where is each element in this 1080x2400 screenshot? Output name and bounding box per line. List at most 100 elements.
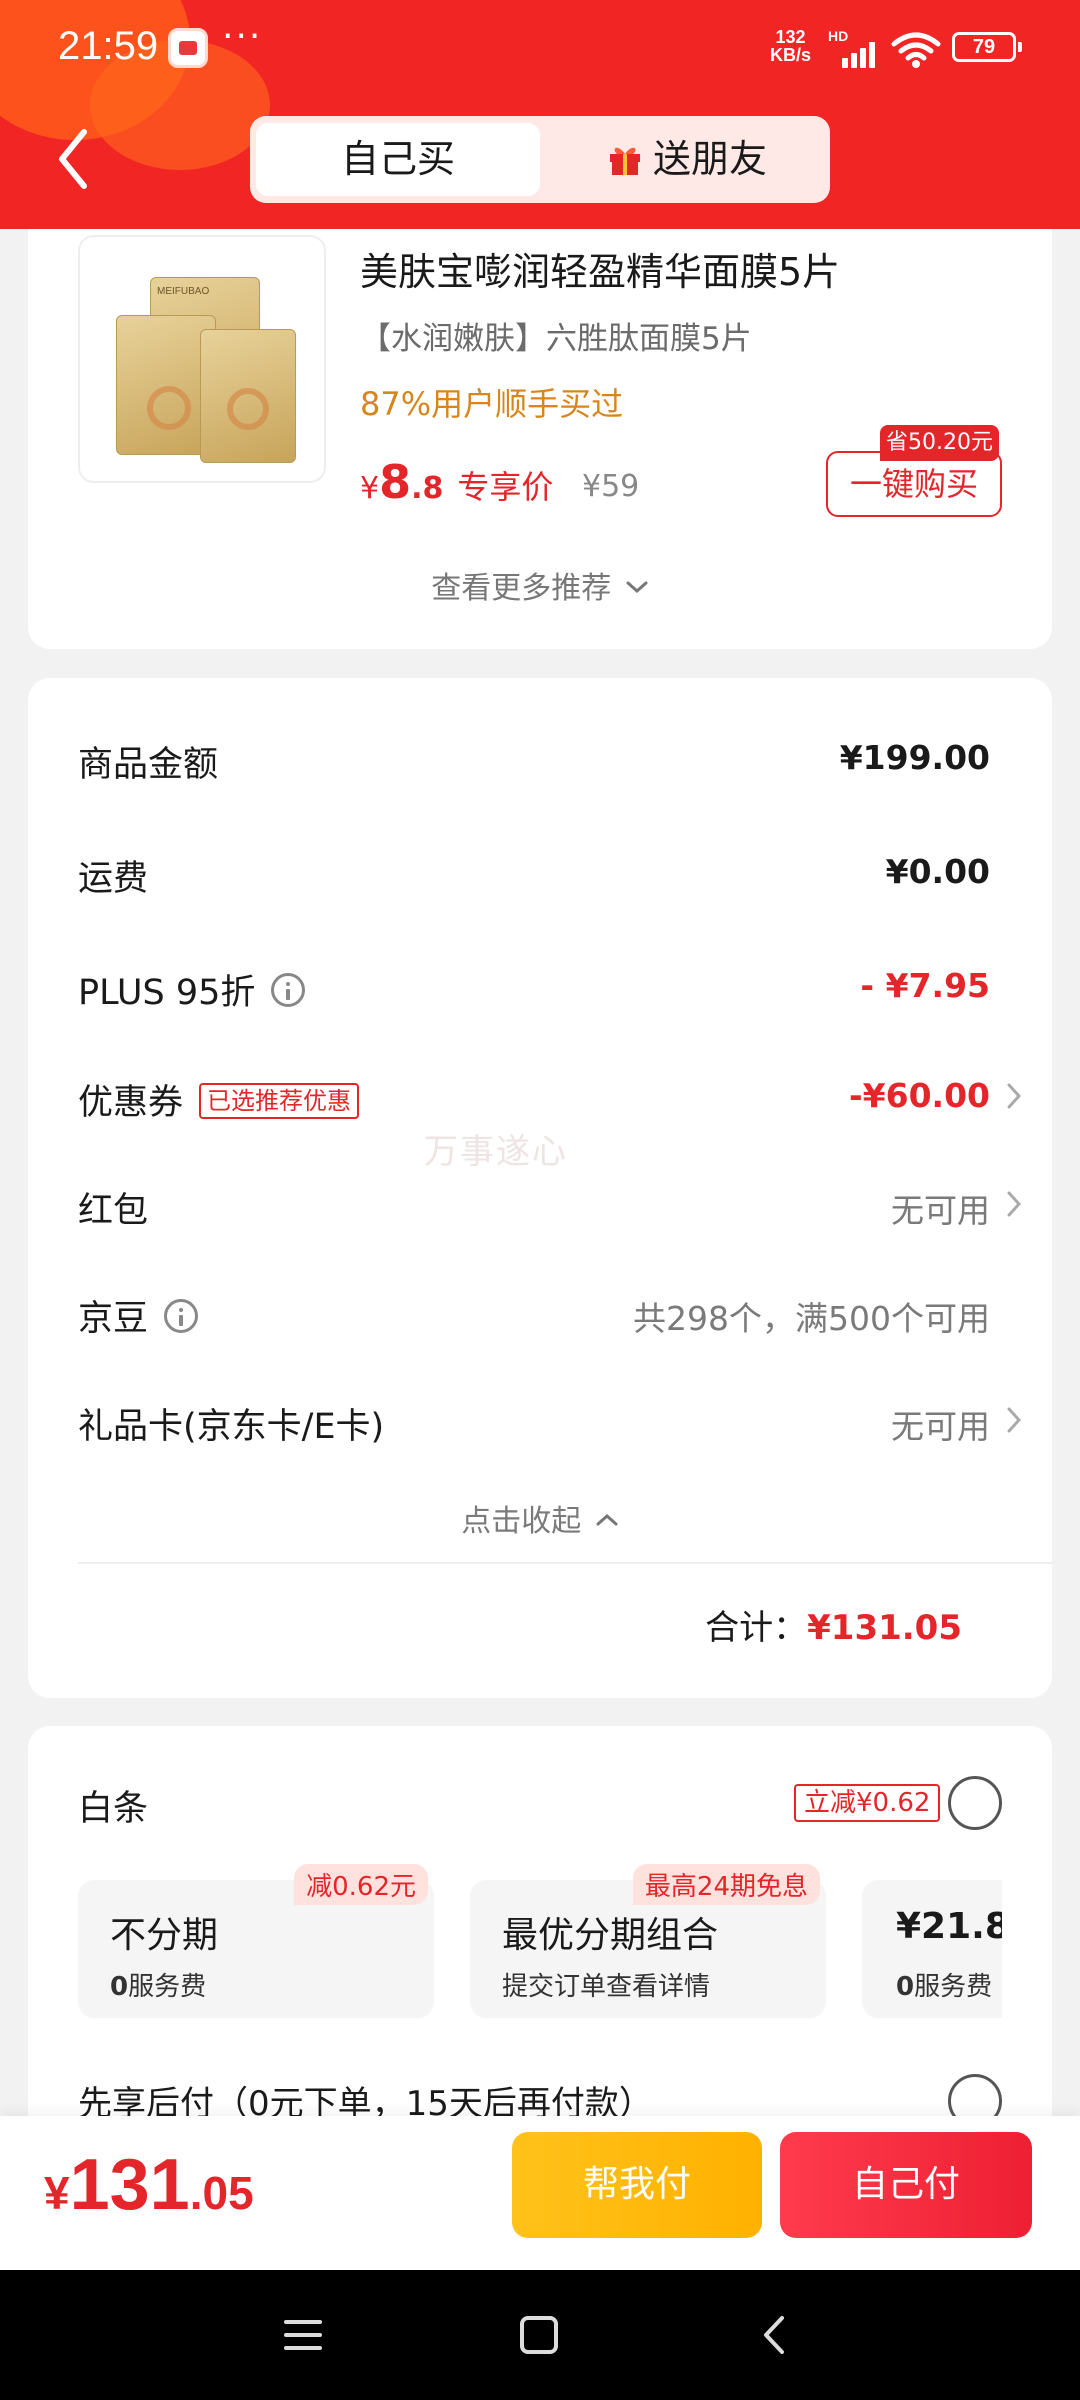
summary-row-coupon[interactable]: 优惠券 已选推荐优惠 -¥60.00 <box>78 1066 1030 1126</box>
system-navigation-bar <box>0 2270 1080 2400</box>
mask-pack-image <box>200 329 296 463</box>
divider <box>78 1562 1052 1564</box>
home-icon[interactable] <box>516 2312 562 2358</box>
product-price: ¥8.8 专享价 <box>360 455 553 509</box>
product-subtitle: 【水润嫩肤】六胜肽面膜5片 <box>360 321 752 357</box>
network-speed: 132 KB/s <box>770 28 811 64</box>
summary-row-red-packet[interactable]: 红包 无可用 <box>78 1174 1030 1234</box>
price-tag: 专享价 <box>457 468 554 506</box>
summary-value: 无可用 <box>891 1407 990 1446</box>
header: 21:59 ··· 132 KB/s HD 79 自己买 送朋友 <box>0 0 1080 229</box>
installment-option-third[interactable]: ¥21.85 0服务费 <box>862 1880 1002 2018</box>
product-image-brand: MEIFUBAO <box>157 286 210 297</box>
total-amount: ¥131.05 <box>807 1608 962 1648</box>
baitiao-discount-badge: 立减¥0.62 <box>794 1784 941 1822</box>
pay-total-integer: 131 <box>69 2145 190 2225</box>
more-notifications-icon: ··· <box>222 16 263 57</box>
gift-icon <box>609 147 640 175</box>
info-icon[interactable] <box>164 1299 199 1333</box>
summary-label-group: 京豆 <box>78 1290 199 1341</box>
price-integer: 8 <box>379 455 412 509</box>
summary-label: 礼品卡(京东卡/E卡) <box>78 1407 385 1447</box>
back-arrow-icon[interactable] <box>52 124 100 194</box>
summary-label: PLUS 95折 <box>78 973 256 1013</box>
back-icon[interactable] <box>752 2312 798 2358</box>
summary-label: 运费 <box>78 859 149 899</box>
watermark-text: 万事遂心 <box>424 1132 568 1172</box>
summary-value: ¥199.00 <box>839 738 990 777</box>
option-fee-label: 服务费 <box>128 1972 207 2002</box>
product-buy-rate: 87%用户顺手买过 <box>360 385 624 423</box>
installment-option-best[interactable]: 最优分期组合 提交订单查看详情 最高24期免息 <box>470 1864 826 2018</box>
chevron-right-icon <box>1007 1407 1022 1433</box>
coupon-recommended-badge: 已选推荐优惠 <box>199 1083 360 1119</box>
summary-row-jingdou: 京豆 共298个，满500个可用 <box>78 1282 1030 1342</box>
baitiao-payment-card: 白条 立减¥0.62 不分期 0服务费 减0.62元 最优分期组合 提交订单查看… <box>28 1726 1052 2146</box>
summary-label: 商品金额 <box>78 745 219 785</box>
installment-option-none[interactable]: 不分期 0服务费 减0.62元 <box>78 1864 434 2018</box>
summary-row-shipping: 运费 ¥0.00 <box>78 842 1030 902</box>
product-image[interactable]: MEIFUBAO <box>78 235 326 483</box>
installment-option-more-clip: ¥21.85 0服务费 <box>862 1880 1002 2018</box>
option-subtitle: 0服务费 <box>110 1966 206 2003</box>
option-fee-number: 0 <box>110 1972 129 2002</box>
purchase-mode-switch: 自己买 送朋友 <box>250 116 830 203</box>
option-subtitle: 0服务费 <box>896 1966 992 2003</box>
checkout-bar: ¥131.05 帮我付 自己付 <box>0 2116 1080 2270</box>
baitiao-title: 白条 <box>78 1789 149 1829</box>
pay-total-decimal: .05 <box>189 2167 254 2219</box>
tab-send-to-friend[interactable]: 送朋友 <box>550 123 824 196</box>
summary-label: 京豆 <box>78 1299 149 1339</box>
option-fee-label: 服务费 <box>914 1972 993 2002</box>
menu-icon[interactable] <box>280 2312 326 2358</box>
pay-total-currency: ¥ <box>44 2167 70 2219</box>
tab-buy-for-self[interactable]: 自己买 <box>256 123 540 196</box>
more-recommendations-label: 查看更多推荐 <box>431 571 612 606</box>
info-icon[interactable] <box>271 973 306 1007</box>
product-title[interactable]: 美肤宝嘭润轻盈精华面膜5片 <box>360 241 840 296</box>
chevron-right-icon <box>1007 1191 1022 1217</box>
chevron-up-icon <box>596 1513 618 1526</box>
price-currency: ¥ <box>360 471 380 506</box>
order-total: 合计：¥131.05 <box>705 1600 962 1649</box>
summary-label: 红包 <box>78 1191 149 1231</box>
option-fee-number: 0 <box>896 1972 915 2002</box>
chevron-down-icon <box>626 581 648 594</box>
total-label: 合计： <box>705 1608 808 1648</box>
collapse-details-link[interactable]: 点击收起 <box>28 1496 1052 1540</box>
pay-total: ¥131.05 <box>44 2144 254 2226</box>
app-notification-icon <box>168 28 208 68</box>
summary-value: 共298个，满500个可用 <box>633 1299 990 1338</box>
battery-indicator: 79 <box>952 32 1022 62</box>
option-subtitle: 提交订单查看详情 <box>502 1972 711 2002</box>
summary-label: 优惠券 <box>78 1083 184 1123</box>
summary-value: - ¥7.95 <box>860 966 990 1005</box>
order-summary-card: 商品金额 ¥199.00 运费 ¥0.00 PLUS 95折 - ¥7.95 优… <box>28 678 1052 1698</box>
collapse-label: 点击收起 <box>461 1504 582 1539</box>
summary-value: -¥60.00 <box>848 1076 990 1115</box>
status-time: 21:59 <box>58 24 159 68</box>
summary-row-gift-card[interactable]: 礼品卡(京东卡/E卡) 无可用 <box>78 1390 1030 1450</box>
option-tag: 减0.62元 <box>294 1864 428 1905</box>
wifi-icon <box>891 32 941 68</box>
summary-label-group: PLUS 95折 <box>78 964 306 1015</box>
network-speed-value: 132 <box>775 27 806 47</box>
summary-row-goods-amount: 商品金额 ¥199.00 <box>78 728 1030 788</box>
summary-value: ¥0.00 <box>885 852 990 891</box>
network-speed-unit: KB/s <box>770 45 812 65</box>
baitiao-radio[interactable] <box>948 1776 1002 1830</box>
summary-value: 无可用 <box>891 1191 990 1230</box>
summary-row-plus-discount: PLUS 95折 - ¥7.95 <box>78 956 1030 1016</box>
recommend-product-card: MEIFUBAO 美肤宝嘭润轻盈精华面膜5片 【水润嫩肤】六胜肽面膜5片 87%… <box>28 229 1052 649</box>
self-pay-button[interactable]: 自己付 <box>780 2132 1032 2238</box>
chevron-right-icon <box>1007 1083 1022 1109</box>
more-recommendations-link[interactable]: 查看更多推荐 <box>28 563 1052 607</box>
option-tag: 最高24期免息 <box>632 1864 820 1905</box>
signal-icon <box>830 40 880 68</box>
option-title: ¥21.85 <box>896 1906 1002 1947</box>
tab-send-to-friend-label: 送朋友 <box>652 137 767 181</box>
ask-friend-pay-button[interactable]: 帮我付 <box>512 2132 762 2238</box>
option-title: 不分期 <box>110 1915 219 1956</box>
price-decimal: .8 <box>411 471 444 506</box>
option-title: 最优分期组合 <box>502 1915 719 1956</box>
